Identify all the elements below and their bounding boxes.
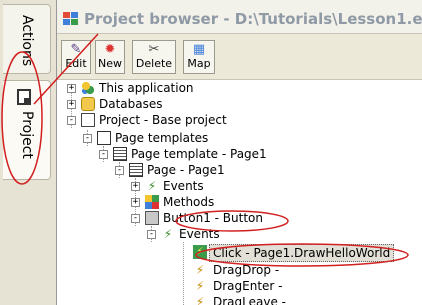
delete-icon: ✂ (148, 42, 160, 57)
tree-node-page[interactable]: - Page - Page1 (57, 162, 317, 178)
collapse-button[interactable]: - (83, 134, 92, 143)
tree-node-methods[interactable]: + Methods (57, 194, 317, 210)
tree-node-label: Page templates (115, 131, 209, 145)
collapse-button[interactable]: - (131, 214, 140, 223)
edit-button-label: Edit (65, 57, 87, 70)
project-tab-label: Project (19, 111, 35, 159)
tree-node-button-events[interactable]: - ⚡ Events (57, 226, 317, 242)
collapse-button[interactable]: - (147, 230, 156, 239)
tree-node-button1[interactable]: - Button1 - Button (57, 210, 317, 226)
tree-node-this-application[interactable]: + This application (57, 80, 257, 96)
edit-button[interactable]: ✎ Edit (61, 40, 91, 74)
delete-button[interactable]: ✂ Delete (132, 40, 176, 74)
project-icon (81, 113, 95, 127)
expand-button[interactable]: + (67, 100, 76, 109)
tree-node-dragdrop-event[interactable]: ⚡ DragDrop - (57, 262, 317, 278)
tree-node-dragenter-event[interactable]: ⚡ DragEnter - (57, 278, 317, 294)
tree-node-page-events[interactable]: + ⚡ Events (57, 178, 317, 194)
tree-node-label: Page template - Page1 (131, 147, 267, 161)
project-tab[interactable]: Project (3, 80, 51, 180)
click-event-icon: ⚡ (193, 245, 207, 259)
map-button[interactable]: ▦ Map (183, 40, 215, 74)
tree-node-label: DragLeave - (213, 295, 286, 305)
tree-node-label: Events (163, 179, 204, 193)
actions-tab[interactable]: Actions (3, 4, 51, 74)
tree-node-label: Project - Base project (99, 113, 227, 127)
side-tab-bar: Actions Project (0, 0, 56, 305)
edit-icon: ✎ (70, 42, 82, 57)
tree-node-label: DragDrop - (213, 263, 280, 277)
tree-node-page-templates[interactable]: - Page templates (57, 130, 277, 146)
collapse-button[interactable]: - (99, 150, 108, 159)
event-bolt-icon: ⚡ (195, 295, 205, 305)
tree-node-label: DragEnter - (213, 279, 283, 293)
tree-node-dragleave-event[interactable]: ⚡ DragLeave - (57, 294, 317, 305)
page-templates-icon (97, 131, 111, 145)
new-button[interactable]: ✹ New (95, 40, 125, 74)
tree-node-label: Methods (163, 195, 215, 209)
events-icon: ⚡ (163, 227, 173, 241)
title-bar[interactable]: Project browser - D:\Tutorials\Lesson1.e… (57, 0, 422, 34)
project-browser-icon (63, 12, 79, 26)
tree-node-label: This application (99, 81, 194, 95)
tree-node-databases[interactable]: + Databases (57, 96, 257, 112)
page-icon (17, 89, 31, 105)
new-icon: ✹ (104, 42, 116, 57)
tree-node-project[interactable]: - Project - Base project (57, 112, 277, 128)
events-icon: ⚡ (147, 179, 157, 193)
methods-icon (145, 195, 159, 209)
tree-node-label: Click - Page1.DrawHelloWorld (209, 244, 395, 262)
project-browser-window: Project browser - D:\Tutorials\Lesson1.e… (56, 0, 422, 305)
delete-button-label: Delete (135, 57, 173, 70)
map-button-label: Map (187, 57, 211, 70)
button-icon (145, 211, 159, 225)
expand-button[interactable]: + (131, 182, 140, 191)
tree-node-label: Events (179, 227, 220, 241)
toolbar: ✎ Edit ✹ New ✂ Delete ▦ Map (57, 34, 422, 80)
collapse-button[interactable]: - (115, 166, 124, 175)
tree-node-label: Button1 - Button (163, 211, 263, 225)
event-bolt-icon: ⚡ (195, 263, 205, 277)
page-template-icon (113, 147, 127, 161)
window-title: Project browser - D:\Tutorials\Lesson1.e… (84, 10, 422, 28)
expand-button[interactable]: + (67, 84, 76, 93)
tree-node-click-event[interactable]: ⚡ Click - Page1.DrawHelloWorld (57, 244, 395, 262)
event-bolt-icon: ⚡ (195, 279, 205, 293)
actions-tab-label: Actions (19, 15, 35, 67)
expand-button[interactable]: + (131, 198, 140, 207)
project-tree[interactable]: + This application + Databases - Project… (57, 80, 422, 305)
tree-node-page-template[interactable]: - Page template - Page1 (57, 146, 317, 162)
database-icon (81, 97, 95, 111)
page-icon (129, 163, 143, 177)
new-button-label: New (98, 57, 122, 70)
tree-node-label: Page - Page1 (147, 163, 225, 177)
collapse-button[interactable]: - (67, 116, 76, 125)
tree-node-label: Databases (99, 97, 163, 111)
map-icon: ▦ (192, 42, 206, 57)
application-icon (81, 81, 95, 95)
